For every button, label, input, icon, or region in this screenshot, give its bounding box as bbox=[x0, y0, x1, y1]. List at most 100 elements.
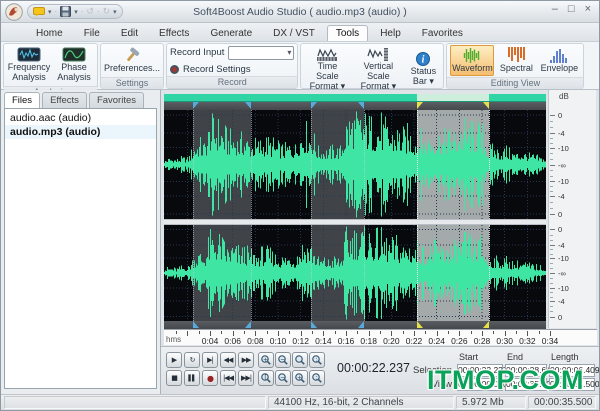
app-icon[interactable] bbox=[5, 3, 23, 21]
menu-tab-tools[interactable]: Tools bbox=[327, 25, 368, 41]
record-button[interactable]: ● bbox=[202, 370, 218, 386]
db-minor-tick bbox=[550, 143, 553, 144]
go-to-start-button[interactable]: |◀◀ bbox=[220, 370, 236, 386]
status-bar-button[interactable]: i Status Bar ▾ bbox=[406, 49, 440, 89]
maximize-button[interactable]: □ bbox=[568, 3, 575, 15]
redo-icon[interactable]: ↻ bbox=[103, 6, 111, 17]
frequency-analysis-icon bbox=[17, 47, 41, 63]
hammer-icon bbox=[123, 47, 141, 64]
file-list[interactable]: audio.aac (audio)audio.mp3 (audio) bbox=[4, 108, 157, 389]
selection-start-marker-icon[interactable] bbox=[417, 321, 423, 328]
close-button[interactable]: × bbox=[585, 3, 591, 15]
phase-analysis-button[interactable]: Phase Analysis bbox=[54, 45, 94, 85]
panel-tab-files[interactable]: Files bbox=[4, 92, 40, 108]
top-marker-strip[interactable] bbox=[164, 102, 546, 110]
region-start-marker-icon[interactable] bbox=[193, 321, 199, 328]
waveform-editor[interactable]: hms0:040:060:080:100:120:140:160:180:200… bbox=[161, 90, 599, 346]
ruler-label: 0:28 bbox=[471, 336, 493, 346]
menu-tab-edit[interactable]: Edit bbox=[112, 25, 147, 41]
cue-bar[interactable] bbox=[164, 94, 546, 102]
marker-line bbox=[193, 110, 194, 219]
db-tick bbox=[550, 229, 555, 230]
comments-icon[interactable] bbox=[33, 7, 45, 17]
ruler-tick bbox=[448, 331, 449, 334]
envelope-view-button[interactable]: Envelope bbox=[538, 45, 580, 76]
loop-button[interactable]: ↻ bbox=[184, 352, 200, 368]
db-minor-tick bbox=[550, 306, 553, 307]
window-buttons: – □ × bbox=[552, 3, 591, 15]
record-input-dropdown[interactable]: ▾ bbox=[228, 46, 294, 60]
db-label: 0 bbox=[558, 313, 562, 322]
menu-tab-effects[interactable]: Effects bbox=[150, 25, 198, 41]
play-button[interactable]: ▶ bbox=[166, 352, 182, 368]
stop-button[interactable]: ■ bbox=[166, 370, 182, 386]
channel-1-waveform[interactable] bbox=[164, 110, 546, 219]
selection-end-marker-icon[interactable] bbox=[483, 102, 489, 109]
region-start-marker-icon[interactable] bbox=[311, 321, 317, 328]
zoom-in-button[interactable]: + bbox=[258, 352, 274, 368]
spectral-view-button[interactable]: Spectral bbox=[497, 45, 535, 76]
selection-end-marker-icon[interactable] bbox=[483, 321, 489, 328]
bottom-marker-strip[interactable] bbox=[164, 321, 546, 329]
magnifier-icon: [ bbox=[260, 372, 272, 384]
menu-tab-dx-vst[interactable]: DX / VST bbox=[264, 25, 324, 41]
play-to-cursor-button[interactable]: ▶| bbox=[202, 352, 218, 368]
record-settings-button[interactable]: Record Settings bbox=[170, 64, 251, 75]
db-minor-tick bbox=[550, 283, 553, 284]
region-end-marker-icon[interactable] bbox=[358, 102, 364, 109]
zoom-out-button[interactable]: − bbox=[275, 352, 291, 368]
comments-dropdown-icon[interactable]: ▾ bbox=[48, 8, 52, 16]
pause-button[interactable]: ▌▌ bbox=[184, 370, 200, 386]
transport-controls: ▶↻▶|◀◀▶▶ ■▌▌●|◀◀▶▶| bbox=[166, 352, 255, 387]
zoom-ratio-button[interactable]: : bbox=[309, 352, 325, 368]
time-scale-format-button[interactable]: Time Scale Format ▾ bbox=[304, 45, 350, 94]
db-minor-tick bbox=[550, 127, 553, 128]
panel-tab-effects[interactable]: Effects bbox=[42, 92, 87, 108]
magnifier-icon bbox=[294, 354, 306, 366]
zoom-selection-button[interactable]: [ bbox=[258, 370, 274, 386]
record-input-label: Record Input bbox=[170, 47, 224, 58]
region-start-marker-icon[interactable] bbox=[193, 102, 199, 109]
go-to-end-button[interactable]: ▶▶| bbox=[238, 370, 254, 386]
channel-2-waveform[interactable] bbox=[164, 225, 546, 321]
fast-forward-button[interactable]: ▶▶ bbox=[238, 352, 254, 368]
region-end-marker-icon[interactable] bbox=[358, 321, 364, 328]
qat-customize-icon[interactable]: ▾ bbox=[113, 8, 117, 16]
db-minor-tick bbox=[550, 202, 553, 203]
undo-icon[interactable]: ↺ bbox=[86, 6, 94, 17]
marker-line bbox=[193, 225, 194, 321]
save-icon[interactable] bbox=[60, 6, 71, 17]
zoom-default-button[interactable] bbox=[292, 352, 308, 368]
time-ruler[interactable]: hms0:040:060:080:100:120:140:160:180:200… bbox=[164, 329, 597, 345]
preferences-button[interactable]: Preferences... bbox=[104, 45, 160, 76]
panel-tab-favorites[interactable]: Favorites bbox=[89, 92, 144, 108]
file-list-item[interactable]: audio.mp3 (audio) bbox=[5, 125, 156, 139]
rewind-button[interactable]: ◀◀ bbox=[220, 352, 236, 368]
ribbon: Frequency Analysis Phase Analysis Analys… bbox=[1, 41, 599, 90]
selection-start-marker-icon[interactable] bbox=[417, 102, 423, 109]
db-tick bbox=[550, 165, 555, 166]
zoom-ratio-2-button[interactable]: : bbox=[309, 370, 325, 386]
menu-tab-generate[interactable]: Generate bbox=[201, 25, 261, 41]
vertical-scale-format-button[interactable]: Vertical Scale Format ▾ bbox=[353, 45, 403, 94]
region-end-marker-icon[interactable] bbox=[245, 321, 251, 328]
menu-tab-favorites[interactable]: Favorites bbox=[413, 25, 472, 41]
region-end-marker-icon[interactable] bbox=[245, 102, 251, 109]
file-list-item[interactable]: audio.aac (audio) bbox=[5, 111, 156, 125]
status-total-length: 00:00:35.500 bbox=[528, 396, 596, 409]
menu-tab-home[interactable]: Home bbox=[27, 25, 72, 41]
time-scale-icon bbox=[315, 47, 339, 62]
db-minor-tick bbox=[550, 176, 553, 177]
save-dropdown-icon[interactable]: ▾ bbox=[74, 8, 78, 16]
magnifier-icon: + bbox=[294, 372, 306, 384]
frequency-analysis-button[interactable]: Frequency Analysis bbox=[7, 45, 51, 85]
waveform-view-button[interactable]: Waveform bbox=[450, 45, 494, 76]
zoom-out-full-button[interactable]: − bbox=[275, 370, 291, 386]
zoom-window-button[interactable]: + bbox=[292, 370, 308, 386]
magnifier-icon: − bbox=[277, 354, 289, 366]
menu-tab-file[interactable]: File bbox=[75, 25, 109, 41]
db-label: -4 bbox=[558, 192, 565, 201]
region-start-marker-icon[interactable] bbox=[311, 102, 317, 109]
minimize-button[interactable]: – bbox=[552, 3, 558, 15]
menu-tab-help[interactable]: Help bbox=[371, 25, 410, 41]
